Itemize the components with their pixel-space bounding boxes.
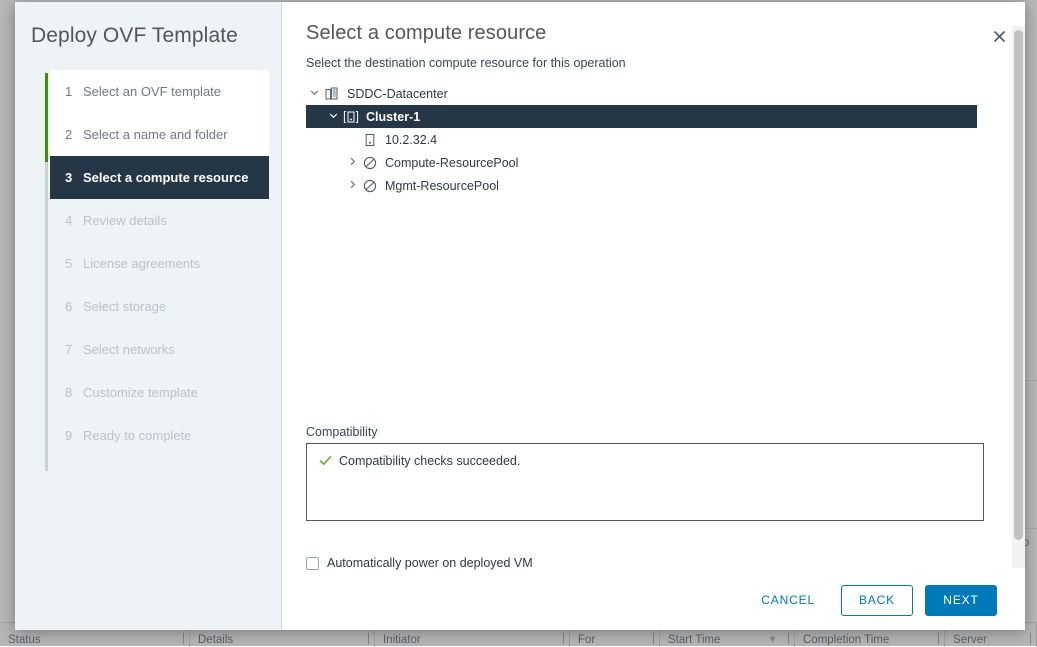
wizard-step-number: 4 (65, 213, 83, 228)
wizard-step-3[interactable]: 3Select a compute resource (50, 156, 269, 199)
compatibility-label: Compatibility (306, 425, 378, 439)
tree-item-label: SDDC-Datacenter (342, 87, 448, 101)
wizard-sidebar: Deploy OVF Template 1Select an OVF templ… (15, 2, 282, 630)
wizard-step-label: License agreements (83, 256, 200, 271)
dialog-footer: CANCEL BACK NEXT (282, 570, 1025, 630)
wizard-step-2[interactable]: 2Select a name and folder (50, 113, 269, 156)
wizard-step-1[interactable]: 1Select an OVF template (50, 70, 269, 113)
tree-item-label: 10.2.32.4 (380, 133, 437, 147)
tree-item-label: Cluster-1 (361, 110, 420, 124)
auto-power-on-row[interactable]: Automatically power on deployed VM (306, 555, 533, 570)
compatibility-message: Compatibility checks succeeded. (339, 454, 520, 468)
datacenter-icon (322, 87, 342, 101)
wizard-step-number: 5 (65, 256, 83, 271)
wizard-step-label: Select an OVF template (83, 84, 221, 99)
cancel-button[interactable]: CANCEL (747, 585, 829, 616)
wizard-step-4: 4Review details (50, 199, 269, 242)
chevron-right-icon[interactable] (344, 157, 360, 169)
wizard-step-7: 7Select networks (50, 328, 269, 371)
check-icon (319, 454, 332, 470)
wizard-step-label: Customize template (83, 385, 198, 400)
wizard-step-number: 2 (65, 127, 83, 142)
auto-power-on-label: Automatically power on deployed VM (327, 556, 533, 570)
wizard-step-label: Review details (83, 213, 167, 228)
progress-fill (45, 73, 48, 162)
wizard-step-label: Select a compute resource (83, 170, 248, 185)
chevron-right-icon[interactable] (344, 180, 360, 192)
wizard-step-number: 1 (65, 84, 83, 99)
tree-item[interactable]: Compute-ResourcePool (306, 151, 987, 174)
wizard-step-6: 6Select storage (50, 285, 269, 328)
wizard-step-number: 3 (65, 170, 83, 185)
wizard-step-number: 9 (65, 428, 83, 443)
tree-item[interactable]: SDDC-Datacenter (306, 82, 987, 105)
content-scrollbar[interactable] (1012, 26, 1025, 568)
tree-item[interactable]: Mgmt-ResourcePool (306, 174, 987, 197)
wizard-step-number: 6 (65, 299, 83, 314)
cluster-icon (341, 110, 361, 124)
wizard-step-label: Select a name and folder (83, 127, 228, 142)
dialog-title: Deploy OVF Template (15, 2, 281, 48)
content-scrollbar-thumb[interactable] (1014, 30, 1023, 540)
resource-pool-icon (360, 156, 380, 170)
content-scroll-area: Select a compute resource Select the des… (282, 2, 1011, 570)
resource-pool-icon (360, 179, 380, 193)
wizard-step-9: 9Ready to complete (50, 414, 269, 457)
inventory-tree: SDDC-Datacenter Cluster-1 10.2.32.4 Compute… (306, 82, 987, 197)
tree-item-label: Compute-ResourcePool (380, 156, 518, 170)
wizard-step-5: 5License agreements (50, 242, 269, 285)
chevron-down-icon[interactable] (325, 111, 341, 123)
wizard-step-number: 8 (65, 385, 83, 400)
wizard-step-8: 8Customize template (50, 371, 269, 414)
page-subtitle: Select the destination compute resource … (306, 56, 987, 70)
wizard-step-number: 7 (65, 342, 83, 357)
page-title: Select a compute resource (306, 22, 987, 45)
tree-item[interactable]: 10.2.32.4 (306, 128, 987, 151)
tree-item-label: Mgmt-ResourcePool (380, 179, 499, 193)
back-button[interactable]: BACK (841, 585, 913, 616)
wizard-step-label: Select storage (83, 299, 166, 314)
auto-power-on-checkbox[interactable] (306, 557, 319, 570)
compatibility-panel: Compatibility checks succeeded. (306, 443, 984, 521)
chevron-down-icon[interactable] (306, 88, 322, 100)
wizard-content: Select a compute resource Select the des… (282, 2, 1025, 630)
wizard-step-label: Select networks (83, 342, 175, 357)
wizard-step-label: Ready to complete (83, 428, 191, 443)
tree-item[interactable]: Cluster-1 (306, 105, 977, 128)
next-button[interactable]: NEXT (925, 585, 997, 616)
deploy-ovf-template-dialog: Deploy OVF Template 1Select an OVF templ… (15, 2, 1025, 630)
wizard-steps-list: 1Select an OVF template2Select a name an… (15, 70, 281, 457)
host-icon (360, 133, 380, 147)
